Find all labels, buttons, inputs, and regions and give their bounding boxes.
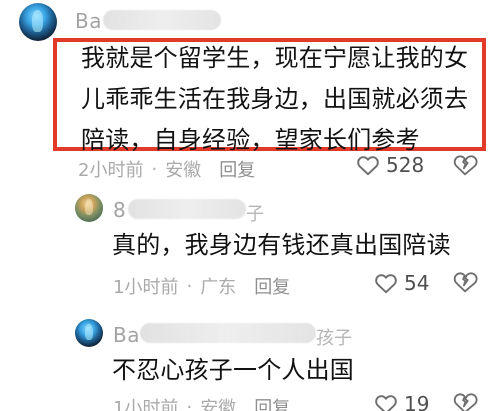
meta-separator: · — [186, 275, 193, 297]
comment-text: 真的，我身边有钱还真出国陪读 — [112, 231, 451, 259]
username-redacted — [140, 323, 316, 343]
comment-meta: 1小时前 · 安徽 回复 — [113, 394, 290, 411]
broken-heart-icon[interactable] — [452, 153, 478, 177]
reply-button[interactable]: 回复 — [219, 156, 255, 182]
comment-location: 安徽 — [200, 398, 237, 411]
comment-time: 2小时前 — [78, 160, 144, 181]
comment-location: 广东 — [200, 277, 237, 298]
like-count: 19 — [404, 392, 430, 411]
username-redacted — [103, 10, 221, 30]
broken-heart-icon[interactable] — [452, 270, 478, 294]
reply-button[interactable]: 回复 — [254, 273, 290, 299]
username-tail: 孩子 — [316, 328, 352, 349]
username-redacted — [128, 199, 246, 219]
comment-thread: Ba 我就是个留学生，现在宁愿让我的女 儿乖乖生活在我身边，出国就必须去 陪读，… — [0, 0, 500, 411]
comment-time: 1小时前 — [113, 398, 179, 411]
comment-text: 我就是个留学生，现在宁愿让我的女 儿乖乖生活在我身边，出国就必须去 陪读，自身经… — [81, 44, 469, 154]
avatar[interactable] — [19, 3, 57, 41]
like-count: 528 — [386, 153, 425, 177]
like-button[interactable]: 19 — [374, 392, 429, 411]
avatar[interactable] — [75, 194, 103, 222]
heart-icon — [356, 154, 380, 176]
like-count: 54 — [404, 271, 430, 295]
heart-icon — [374, 272, 398, 294]
like-button[interactable]: 54 — [374, 271, 429, 295]
username[interactable]: Ba — [75, 9, 102, 33]
comment-time: 1小时前 — [113, 277, 179, 298]
username-tail: 子 — [246, 204, 264, 225]
heart-icon — [374, 393, 398, 411]
comment-text: 不忍心孩子一个人出国 — [112, 356, 354, 384]
meta-separator: · — [186, 396, 193, 411]
username[interactable]: Ba — [113, 323, 140, 347]
meta-separator: · — [151, 158, 158, 180]
avatar[interactable] — [75, 319, 103, 347]
username[interactable]: 8 — [113, 198, 126, 222]
broken-heart-icon[interactable] — [452, 391, 478, 411]
comment-meta: 1小时前 · 广东 回复 — [113, 273, 290, 299]
comment-location: 安徽 — [165, 160, 202, 181]
like-button[interactable]: 528 — [356, 153, 424, 177]
reply-button[interactable]: 回复 — [254, 394, 290, 411]
comment-meta: 2小时前 · 安徽 回复 — [78, 156, 255, 182]
